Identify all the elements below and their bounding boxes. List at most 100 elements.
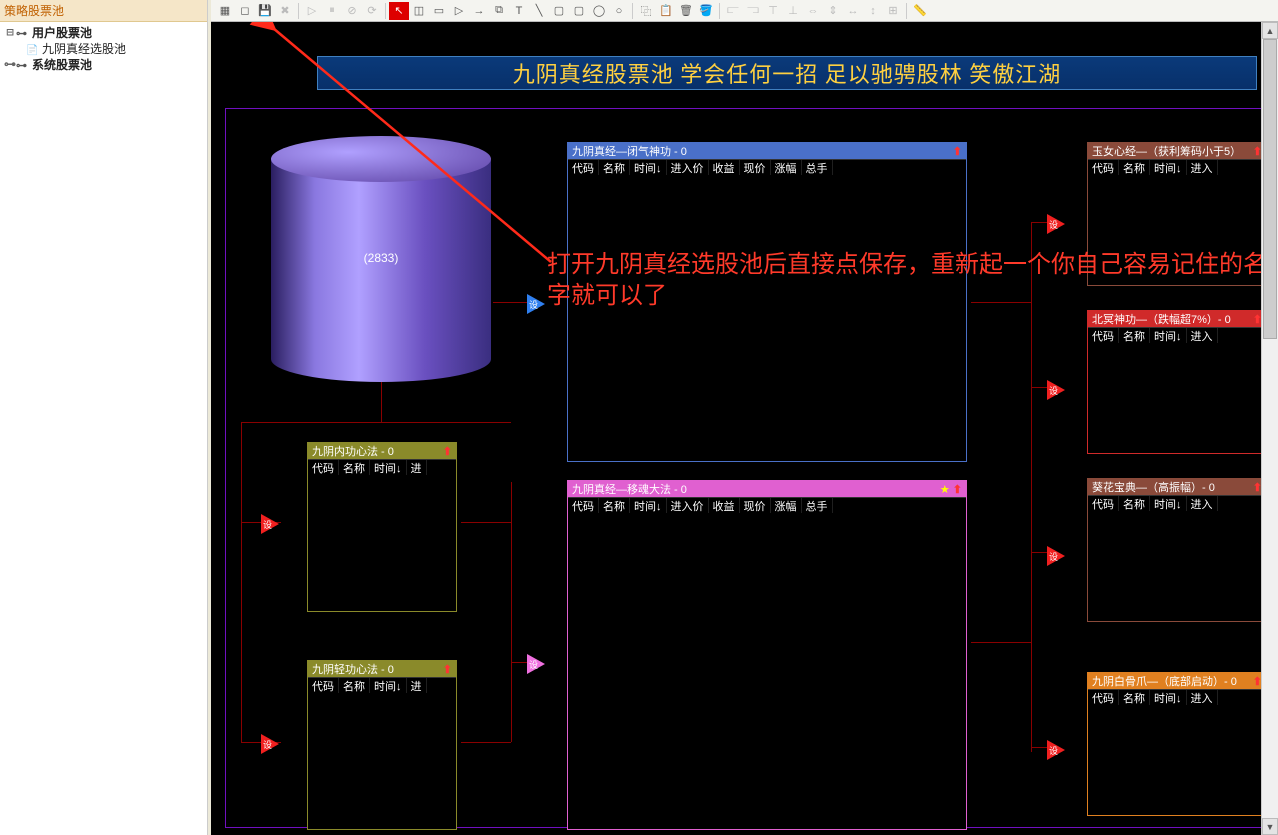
pool-neigong[interactable]: 九阴内功心法 - 0 ⬆ 代码名称时间↓进	[307, 442, 457, 612]
text-icon[interactable]: ▭	[429, 2, 449, 20]
trigger-yunv[interactable]: 设	[1047, 214, 1065, 234]
main-area: ▦ ◻ 💾 ✖ ▷ ⏸ ⊘ ⟳ ↖ ◫ ▭ ▷ → ⧉ T ╲ ▢ ▢ ◯ ○ …	[211, 0, 1278, 835]
align-bottom-icon[interactable]: ⊥	[783, 2, 803, 20]
sidebar: 策略股票池 ⊟ 用户股票池 九阴真经选股池 ⊶ 系统股票池	[0, 0, 208, 835]
separator	[632, 3, 633, 19]
play-icon[interactable]: ▷	[302, 2, 322, 20]
banner-text: 九阴真经股票池 学会任何一招 足以驰骋股林 笑傲江湖	[513, 57, 1062, 89]
fill-icon[interactable]: 🪣	[696, 2, 716, 20]
tree: ⊟ 用户股票池 九阴真经选股池 ⊶ 系统股票池	[0, 22, 207, 74]
dist-h-icon[interactable]: ⇔	[803, 2, 823, 20]
same-h-icon[interactable]: ↕	[863, 2, 883, 20]
new-icon[interactable]: ◻	[235, 2, 255, 20]
scroll-down-icon[interactable]: ▼	[1262, 818, 1278, 835]
sidebar-title: 策略股票池	[0, 0, 207, 22]
trigger-biqi[interactable]: 设	[527, 294, 545, 314]
column-headers: 代码名称时间↓进	[308, 459, 456, 475]
same-size-icon[interactable]: ⊞	[883, 2, 903, 20]
label-icon[interactable]: T	[509, 2, 529, 20]
tree-node-system-pool[interactable]: ⊶ 系统股票池	[0, 56, 207, 72]
ellipse-icon[interactable]: ◯	[589, 2, 609, 20]
column-headers: 代码名称时间↓进入价收益现价涨幅总手	[568, 497, 966, 513]
connect-icon[interactable]: →	[469, 2, 489, 20]
copy-icon[interactable]: ⧉	[489, 2, 509, 20]
chain-icon	[16, 58, 30, 70]
circle-icon[interactable]: ○	[609, 2, 629, 20]
align-right-icon[interactable]: ⫎	[743, 2, 763, 20]
stop-icon[interactable]: ⊘	[342, 2, 362, 20]
column-headers: 代码名称时间↓进入	[1088, 495, 1266, 511]
pool-kuihua[interactable]: 葵花宝典—（高振幅）- 0⬆ 代码名称时间↓进入	[1087, 478, 1267, 622]
up-arrow-icon[interactable]: ⬆	[953, 145, 962, 158]
same-w-icon[interactable]: ↔	[843, 2, 863, 20]
rect-icon[interactable]: ▢	[549, 2, 569, 20]
dist-v-icon[interactable]: ⇕	[823, 2, 843, 20]
up-arrow-icon[interactable]: ⬆	[443, 445, 452, 458]
column-headers: 代码名称时间↓进	[308, 677, 456, 693]
pool-title-text: 九阴真经—闭气神功 - 0	[572, 143, 687, 159]
chain-icon	[16, 26, 30, 38]
pool-title-text: 九阴内功心法 - 0	[312, 443, 394, 459]
canvas[interactable]: 九阴真经股票池 学会任何一招 足以驰骋股林 笑傲江湖 (2833)	[211, 22, 1278, 835]
separator	[298, 3, 299, 19]
run-icon[interactable]: ▷	[449, 2, 469, 20]
reload-icon[interactable]: ⟳	[362, 2, 382, 20]
pool-title-text: 北冥神功—（跌幅超7%）- 0	[1092, 311, 1231, 327]
column-headers: 代码名称时间↓进入价收益现价涨幅总手	[568, 159, 966, 175]
pause-icon[interactable]: ⏸	[322, 2, 342, 20]
line-icon[interactable]: ╲	[529, 2, 549, 20]
tree-label: 系统股票池	[32, 56, 92, 73]
scroll-thumb[interactable]	[1263, 39, 1277, 339]
tree-node-jiuyin[interactable]: 九阴真经选股池	[0, 40, 207, 56]
trigger-baigu[interactable]: 设	[1047, 740, 1065, 760]
trigger-neigong[interactable]: 设	[261, 514, 279, 534]
cylinder-top	[271, 136, 491, 182]
tree-node-user-pool[interactable]: ⊟ 用户股票池	[0, 24, 207, 40]
doc-icon	[26, 42, 40, 54]
up-arrow-icon[interactable]: ⬆	[443, 663, 452, 676]
pointer-icon[interactable]: ↖	[389, 2, 409, 20]
column-headers: 代码名称时间↓进入	[1088, 327, 1266, 343]
pool-title-text: 九阴真经—移魂大法 - 0	[572, 481, 687, 497]
trigger-kuihua[interactable]: 设	[1047, 546, 1065, 566]
copy2-icon[interactable]: ⿻	[636, 2, 656, 20]
paste-icon[interactable]: 📋	[656, 2, 676, 20]
tree-label: 用户股票池	[32, 24, 92, 41]
annotation-text: 打开九阴真经选股池后直接点保存，重新起一个你自己容易记住的名字就可以了	[547, 250, 1267, 312]
trigger-beiming[interactable]: 设	[1047, 380, 1065, 400]
trigger-yihun[interactable]: 设	[527, 654, 545, 674]
pool-beiming[interactable]: 北冥神功—（跌幅超7%）- 0⬆ 代码名称时间↓进入	[1087, 310, 1267, 454]
pool-yihun[interactable]: 九阴真经—移魂大法 - 0 ★ ⬆ 代码名称时间↓进入价收益现价涨幅总手	[567, 480, 967, 830]
pool-title-text: 玉女心经—（获利筹码小于5）	[1092, 143, 1241, 159]
vertical-scrollbar[interactable]: ▲ ▼	[1261, 22, 1278, 835]
pool-qinggong[interactable]: 九阴轻功心法 - 0 ⬆ 代码名称时间↓进	[307, 660, 457, 830]
align-left-icon[interactable]: ⫍	[723, 2, 743, 20]
column-headers: 代码名称时间↓进入	[1088, 159, 1266, 175]
star-icon: ★	[940, 484, 950, 496]
cylinder-bottom	[271, 336, 491, 382]
grid-icon[interactable]: ▦	[215, 2, 235, 20]
align-top-icon[interactable]: ⊤	[763, 2, 783, 20]
column-headers: 代码名称时间↓进入	[1088, 689, 1266, 705]
separator	[906, 3, 907, 19]
separator	[385, 3, 386, 19]
banner: 九阴真经股票池 学会任何一招 足以驰骋股林 笑傲江湖	[317, 56, 1257, 90]
delete-icon[interactable]: 🗑	[676, 2, 696, 20]
twisty-icon[interactable]: ⊶	[4, 57, 16, 71]
up-arrow-icon[interactable]: ⬆	[953, 484, 962, 496]
ruler-icon[interactable]: 📏	[910, 2, 930, 20]
separator	[719, 3, 720, 19]
save-icon[interactable]: 💾	[255, 2, 275, 20]
roundrect-icon[interactable]: ▢	[569, 2, 589, 20]
twisty-icon[interactable]: ⊟	[4, 25, 16, 39]
cylinder-label: (2833)	[271, 251, 491, 265]
scroll-up-icon[interactable]: ▲	[1262, 22, 1278, 39]
pool-title-text: 九阴轻功心法 - 0	[312, 661, 394, 677]
trigger-qinggong[interactable]: 设	[261, 734, 279, 754]
pool-title-text: 九阴白骨爪—（底部启动）- 0	[1092, 673, 1237, 689]
stock-node-icon[interactable]: ◫	[409, 2, 429, 20]
pool-baigu[interactable]: 九阴白骨爪—（底部启动）- 0⬆ 代码名称时间↓进入	[1087, 672, 1267, 816]
pool-title-text: 葵花宝典—（高振幅）- 0	[1092, 479, 1215, 495]
tree-label: 九阴真经选股池	[42, 40, 126, 57]
close-icon[interactable]: ✖	[275, 2, 295, 20]
